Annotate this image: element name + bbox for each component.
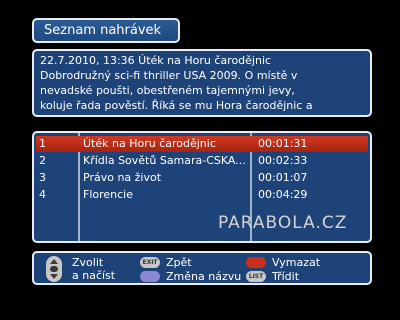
help-delete: Vymazat — [246, 256, 320, 269]
red-button-icon — [246, 257, 266, 268]
help-sort: LIST Třídit — [246, 270, 299, 283]
info-line: Dobrodružný sci-fi thriller USA 2009. O … — [40, 69, 298, 82]
page-title-text: Seznam nahrávek — [44, 23, 162, 38]
list-key-icon: LIST — [246, 271, 266, 282]
recording-duration: 00:04:29 — [258, 188, 308, 201]
recording-duration: 00:01:07 — [258, 171, 308, 184]
recording-row[interactable]: 3 Právo na život 00:01:07 — [36, 170, 368, 186]
recording-title: Florencie — [83, 188, 134, 201]
recording-row[interactable]: 1 Úték na Horu čarodějnic 00:01:31 — [36, 136, 368, 152]
watermark: PARABOLA.CZ — [218, 213, 348, 233]
recording-duration: 00:01:31 — [258, 137, 308, 150]
info-line: 22.7.2010, 13:36 Úték na Horu čarodějnic — [40, 54, 272, 67]
recording-number: 4 — [39, 188, 46, 201]
help-back-label: Zpět — [166, 256, 192, 269]
navigation-keys-icon — [46, 256, 62, 282]
purple-button-icon — [140, 271, 160, 282]
recording-title: Křídla Sovětů Samara-CSKA... — [83, 154, 246, 167]
help-back: EXIT Zpět — [140, 256, 192, 269]
help-sort-label: Třídit — [272, 270, 300, 283]
recording-number: 3 — [39, 171, 46, 184]
help-bar: Zvolit a načíst EXIT Zpět Změna názvu Vy… — [32, 251, 372, 285]
help-select: Zvolit a načíst — [72, 256, 115, 282]
help-rename-label: Změna názvu — [166, 270, 242, 283]
help-select-label: Zvolit — [72, 256, 104, 269]
info-line: nevadské poušti, obestřeném tajemnými je… — [40, 84, 295, 97]
recording-title: Právo na život — [83, 171, 162, 184]
help-delete-label: Vymazat — [272, 256, 321, 269]
help-select-label-2: a načíst — [72, 269, 116, 282]
help-rename: Změna názvu — [140, 270, 241, 283]
recording-duration: 00:02:33 — [258, 154, 308, 167]
recording-title: Úték na Horu čarodějnic — [83, 137, 216, 150]
recording-number: 2 — [39, 154, 46, 167]
program-info-panel: 22.7.2010, 13:36 Úték na Horu čarodějnic… — [32, 49, 372, 117]
exit-key-icon: EXIT — [140, 257, 160, 268]
recording-number: 1 — [39, 137, 46, 150]
recording-row[interactable]: 4 Florencie 00:04:29 — [36, 187, 368, 203]
info-line: koluje řada pověstí. Říká se mu Hora čar… — [40, 99, 313, 112]
recording-row[interactable]: 2 Křídla Sovětů Samara-CSKA... 00:02:33 — [36, 153, 368, 169]
page-title: Seznam nahrávek — [32, 18, 180, 43]
